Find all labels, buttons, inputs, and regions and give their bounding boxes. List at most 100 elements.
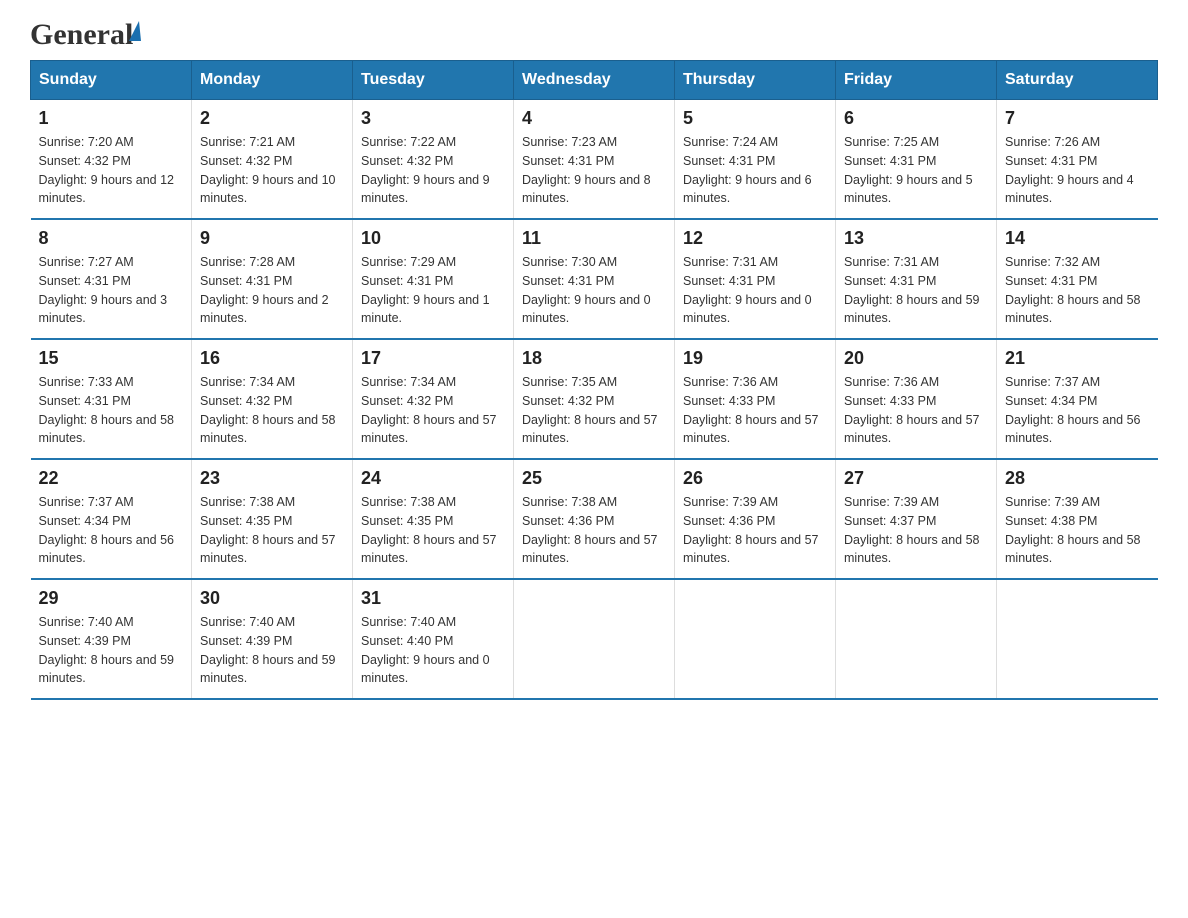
day-number: 1 [39, 108, 184, 129]
day-info: Sunrise: 7:34 AMSunset: 4:32 PMDaylight:… [361, 373, 505, 448]
day-number: 2 [200, 108, 344, 129]
calendar-cell: 25 Sunrise: 7:38 AMSunset: 4:36 PMDayligh… [514, 459, 675, 579]
calendar-cell [514, 579, 675, 699]
calendar-cell: 18 Sunrise: 7:35 AMSunset: 4:32 PMDayligh… [514, 339, 675, 459]
day-number: 17 [361, 348, 505, 369]
day-info: Sunrise: 7:31 AMSunset: 4:31 PMDaylight:… [844, 253, 988, 328]
day-number: 15 [39, 348, 184, 369]
day-header-friday: Friday [836, 61, 997, 100]
day-number: 21 [1005, 348, 1150, 369]
day-number: 22 [39, 468, 184, 489]
day-info: Sunrise: 7:22 AMSunset: 4:32 PMDaylight:… [361, 133, 505, 208]
day-info: Sunrise: 7:36 AMSunset: 4:33 PMDaylight:… [683, 373, 827, 448]
day-header-saturday: Saturday [997, 61, 1158, 100]
day-number: 6 [844, 108, 988, 129]
day-info: Sunrise: 7:34 AMSunset: 4:32 PMDaylight:… [200, 373, 344, 448]
calendar-week-5: 29 Sunrise: 7:40 AMSunset: 4:39 PMDayligh… [31, 579, 1158, 699]
calendar-cell: 31 Sunrise: 7:40 AMSunset: 4:40 PMDayligh… [353, 579, 514, 699]
calendar-cell: 6Sunrise: 7:25 AMSunset: 4:31 PMDaylight… [836, 100, 997, 220]
calendar-header: SundayMondayTuesdayWednesdayThursdayFrid… [31, 61, 1158, 100]
calendar-cell [836, 579, 997, 699]
calendar-cell: 16 Sunrise: 7:34 AMSunset: 4:32 PMDayligh… [192, 339, 353, 459]
calendar-cell: 30Sunrise: 7:40 AMSunset: 4:39 PMDayligh… [192, 579, 353, 699]
day-number: 26 [683, 468, 827, 489]
day-info: Sunrise: 7:39 AMSunset: 4:38 PMDaylight:… [1005, 493, 1150, 568]
day-number: 28 [1005, 468, 1150, 489]
calendar-cell: 2 Sunrise: 7:21 AMSunset: 4:32 PMDaylight… [192, 100, 353, 220]
calendar-cell: 27 Sunrise: 7:39 AMSunset: 4:37 PMDayligh… [836, 459, 997, 579]
day-info: Sunrise: 7:36 AMSunset: 4:33 PMDaylight:… [844, 373, 988, 448]
day-info: Sunrise: 7:21 AMSunset: 4:32 PMDaylight:… [200, 133, 344, 208]
calendar-week-4: 22 Sunrise: 7:37 AMSunset: 4:34 PMDayligh… [31, 459, 1158, 579]
day-header-tuesday: Tuesday [353, 61, 514, 100]
logo: General [30, 20, 141, 50]
day-number: 10 [361, 228, 505, 249]
day-number: 24 [361, 468, 505, 489]
calendar-cell: 9 Sunrise: 7:28 AMSunset: 4:31 PMDaylight… [192, 219, 353, 339]
logo-general-text: General [30, 20, 133, 50]
calendar-week-1: 1 Sunrise: 7:20 AMSunset: 4:32 PMDaylight… [31, 100, 1158, 220]
calendar-cell: 20 Sunrise: 7:36 AMSunset: 4:33 PMDayligh… [836, 339, 997, 459]
day-number: 19 [683, 348, 827, 369]
day-info: Sunrise: 7:37 AMSunset: 4:34 PMDaylight:… [1005, 373, 1150, 448]
logo-triangle-icon [129, 21, 141, 41]
day-info: Sunrise: 7:40 AMSunset: 4:39 PMDaylight:… [39, 613, 184, 688]
calendar-cell: 15Sunrise: 7:33 AMSunset: 4:31 PMDayligh… [31, 339, 192, 459]
day-info: Sunrise: 7:28 AMSunset: 4:31 PMDaylight:… [200, 253, 344, 328]
day-info: Sunrise: 7:31 AMSunset: 4:31 PMDaylight:… [683, 253, 827, 328]
calendar-cell: 10 Sunrise: 7:29 AMSunset: 4:31 PMDayligh… [353, 219, 514, 339]
day-number: 31 [361, 588, 505, 609]
day-header-wednesday: Wednesday [514, 61, 675, 100]
calendar-cell: 14 Sunrise: 7:32 AMSunset: 4:31 PMDayligh… [997, 219, 1158, 339]
calendar-cell: 19 Sunrise: 7:36 AMSunset: 4:33 PMDayligh… [675, 339, 836, 459]
calendar-cell: 3Sunrise: 7:22 AMSunset: 4:32 PMDaylight… [353, 100, 514, 220]
calendar-cell: 7 Sunrise: 7:26 AMSunset: 4:31 PMDaylight… [997, 100, 1158, 220]
calendar-cell [675, 579, 836, 699]
calendar-cell: 11Sunrise: 7:30 AMSunset: 4:31 PMDayligh… [514, 219, 675, 339]
day-info: Sunrise: 7:40 AMSunset: 4:40 PMDaylight:… [361, 613, 505, 688]
day-number: 8 [39, 228, 184, 249]
days-of-week-row: SundayMondayTuesdayWednesdayThursdayFrid… [31, 61, 1158, 100]
calendar-body: 1 Sunrise: 7:20 AMSunset: 4:32 PMDaylight… [31, 100, 1158, 700]
calendar-cell: 21 Sunrise: 7:37 AMSunset: 4:34 PMDayligh… [997, 339, 1158, 459]
day-info: Sunrise: 7:38 AMSunset: 4:35 PMDaylight:… [361, 493, 505, 568]
calendar-week-2: 8Sunrise: 7:27 AMSunset: 4:31 PMDaylight… [31, 219, 1158, 339]
day-number: 18 [522, 348, 666, 369]
day-info: Sunrise: 7:39 AMSunset: 4:36 PMDaylight:… [683, 493, 827, 568]
calendar-cell: 13Sunrise: 7:31 AMSunset: 4:31 PMDayligh… [836, 219, 997, 339]
day-info: Sunrise: 7:30 AMSunset: 4:31 PMDaylight:… [522, 253, 666, 328]
day-info: Sunrise: 7:35 AMSunset: 4:32 PMDaylight:… [522, 373, 666, 448]
calendar-cell: 22 Sunrise: 7:37 AMSunset: 4:34 PMDayligh… [31, 459, 192, 579]
day-info: Sunrise: 7:38 AMSunset: 4:35 PMDaylight:… [200, 493, 344, 568]
day-info: Sunrise: 7:32 AMSunset: 4:31 PMDaylight:… [1005, 253, 1150, 328]
calendar-cell: 5 Sunrise: 7:24 AMSunset: 4:31 PMDaylight… [675, 100, 836, 220]
day-number: 27 [844, 468, 988, 489]
day-number: 4 [522, 108, 666, 129]
calendar-cell: 1 Sunrise: 7:20 AMSunset: 4:32 PMDaylight… [31, 100, 192, 220]
day-header-sunday: Sunday [31, 61, 192, 100]
day-info: Sunrise: 7:24 AMSunset: 4:31 PMDaylight:… [683, 133, 827, 208]
calendar-cell: 23 Sunrise: 7:38 AMSunset: 4:35 PMDayligh… [192, 459, 353, 579]
day-info: Sunrise: 7:37 AMSunset: 4:34 PMDaylight:… [39, 493, 184, 568]
day-number: 20 [844, 348, 988, 369]
calendar-table: SundayMondayTuesdayWednesdayThursdayFrid… [30, 60, 1158, 700]
day-info: Sunrise: 7:39 AMSunset: 4:37 PMDaylight:… [844, 493, 988, 568]
calendar-cell: 29 Sunrise: 7:40 AMSunset: 4:39 PMDayligh… [31, 579, 192, 699]
day-number: 23 [200, 468, 344, 489]
day-number: 7 [1005, 108, 1150, 129]
day-number: 29 [39, 588, 184, 609]
day-number: 16 [200, 348, 344, 369]
day-info: Sunrise: 7:26 AMSunset: 4:31 PMDaylight:… [1005, 133, 1150, 208]
calendar-cell [997, 579, 1158, 699]
day-number: 5 [683, 108, 827, 129]
day-number: 25 [522, 468, 666, 489]
calendar-cell: 24 Sunrise: 7:38 AMSunset: 4:35 PMDayligh… [353, 459, 514, 579]
day-info: Sunrise: 7:29 AMSunset: 4:31 PMDaylight:… [361, 253, 505, 328]
calendar-cell: 8Sunrise: 7:27 AMSunset: 4:31 PMDaylight… [31, 219, 192, 339]
day-number: 9 [200, 228, 344, 249]
calendar-cell: 28 Sunrise: 7:39 AMSunset: 4:38 PMDayligh… [997, 459, 1158, 579]
day-info: Sunrise: 7:38 AMSunset: 4:36 PMDaylight:… [522, 493, 666, 568]
calendar-week-3: 15Sunrise: 7:33 AMSunset: 4:31 PMDayligh… [31, 339, 1158, 459]
day-info: Sunrise: 7:20 AMSunset: 4:32 PMDaylight:… [39, 133, 184, 208]
day-number: 14 [1005, 228, 1150, 249]
